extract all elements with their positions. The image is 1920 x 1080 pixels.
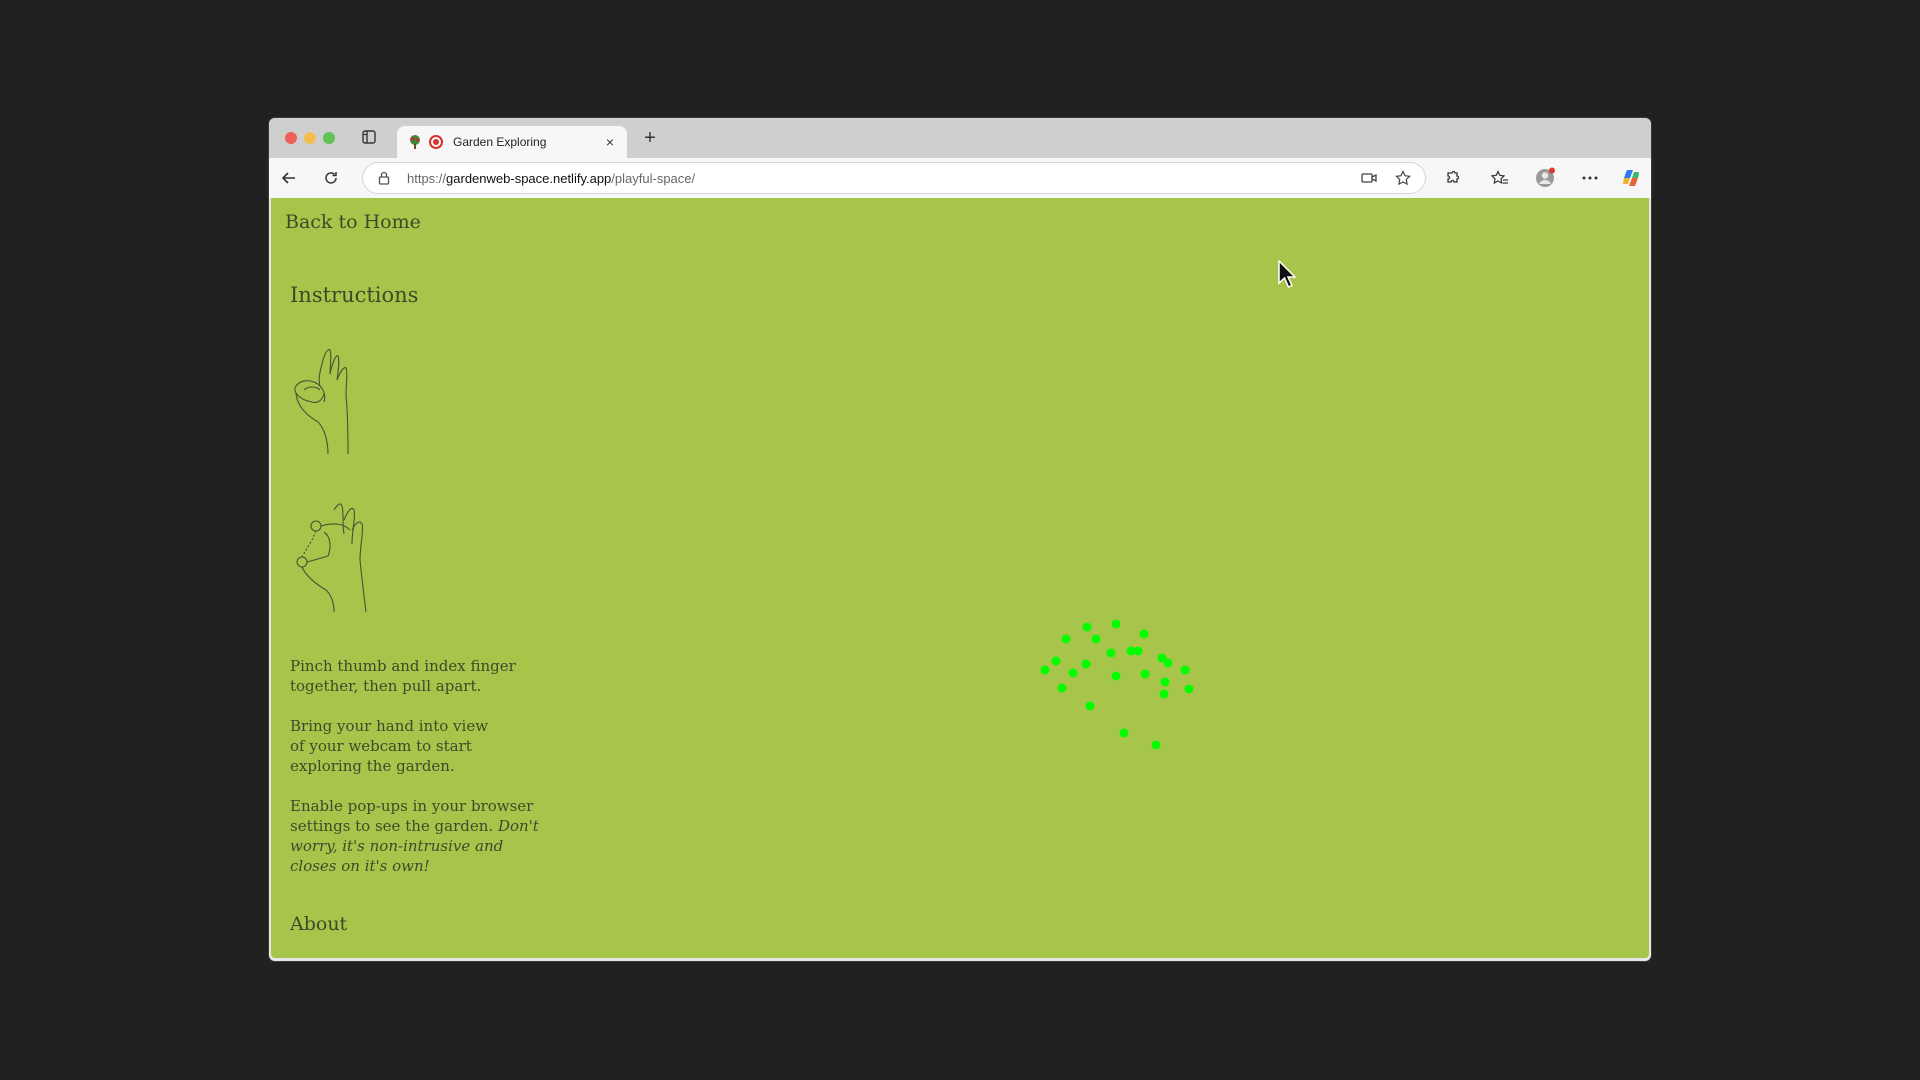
tab-title: Garden Exploring bbox=[453, 135, 547, 149]
hand-landmark-dot bbox=[1111, 671, 1121, 681]
star-icon[interactable] bbox=[1391, 166, 1415, 190]
hand-landmark-dot bbox=[1139, 629, 1149, 639]
url-scheme: https:// bbox=[407, 170, 447, 186]
new-tab-button[interactable]: + bbox=[639, 127, 661, 149]
copilot-icon[interactable] bbox=[1619, 166, 1643, 190]
hand-landmark-dot bbox=[1085, 701, 1095, 711]
tree-favicon bbox=[407, 134, 423, 150]
hand-landmark-dot bbox=[1180, 665, 1190, 675]
hand-landmark-dot bbox=[1068, 668, 1078, 678]
maximize-window-button[interactable] bbox=[323, 132, 335, 144]
hand-landmark-dot bbox=[1184, 684, 1194, 694]
sidebar-icon[interactable] bbox=[361, 129, 377, 145]
back-arrow-icon[interactable] bbox=[277, 166, 301, 190]
url-host: gardenweb-space.netlify.app bbox=[446, 170, 612, 186]
hand-landmark-dot bbox=[1091, 634, 1101, 644]
minimize-window-button[interactable] bbox=[304, 132, 316, 144]
tab-bar: Garden Exploring × + bbox=[269, 118, 1651, 158]
tab-garden-exploring[interactable]: Garden Exploring × bbox=[397, 126, 627, 158]
hand-landmark-dot bbox=[1040, 665, 1050, 675]
hand-landmark-dot bbox=[1081, 659, 1091, 669]
hand-landmark-dot bbox=[1140, 669, 1150, 679]
browser-toolbar: https://gardenweb-space.netlify.app/play… bbox=[269, 158, 1651, 198]
hand-landmark-dot bbox=[1159, 689, 1169, 699]
close-window-button[interactable] bbox=[285, 132, 297, 144]
hand-landmark-dot bbox=[1157, 653, 1167, 663]
mouse-cursor-icon bbox=[1278, 260, 1297, 288]
profile-icon[interactable] bbox=[1533, 166, 1557, 190]
recording-icon bbox=[429, 135, 443, 149]
hand-landmark-dot bbox=[1106, 648, 1116, 658]
hand-landmark-dot bbox=[1119, 728, 1129, 738]
reload-icon[interactable] bbox=[319, 166, 343, 190]
hand-landmark-dot bbox=[1111, 619, 1121, 629]
hand-landmark-dot bbox=[1082, 622, 1092, 632]
favorites-icon[interactable] bbox=[1488, 166, 1512, 190]
hand-landmark-dot bbox=[1061, 634, 1071, 644]
hand-landmark-dot bbox=[1133, 646, 1143, 656]
hand-landmark-dot bbox=[1057, 683, 1067, 693]
hand-landmark-dots bbox=[1040, 619, 1194, 750]
hand-landmark-dot bbox=[1051, 656, 1061, 666]
address-bar[interactable]: https://gardenweb-space.netlify.app/play… bbox=[363, 163, 1425, 193]
url-path: /playful-space/ bbox=[611, 170, 696, 186]
url-text[interactable]: https://gardenweb-space.netlify.app/play… bbox=[407, 171, 1357, 186]
tab-close-icon[interactable]: × bbox=[601, 133, 619, 151]
lock-icon[interactable] bbox=[377, 171, 391, 185]
page-content: Back to Home Instructions Pinch thumb an… bbox=[271, 198, 1649, 958]
more-icon[interactable] bbox=[1578, 166, 1602, 190]
hand-landmark-dot bbox=[1160, 677, 1170, 687]
browser-window: Garden Exploring × + https://gardenweb-s… bbox=[269, 118, 1651, 961]
camera-icon[interactable] bbox=[1357, 166, 1381, 190]
hand-landmark-dot bbox=[1151, 740, 1161, 750]
puzzle-icon[interactable] bbox=[1441, 166, 1465, 190]
